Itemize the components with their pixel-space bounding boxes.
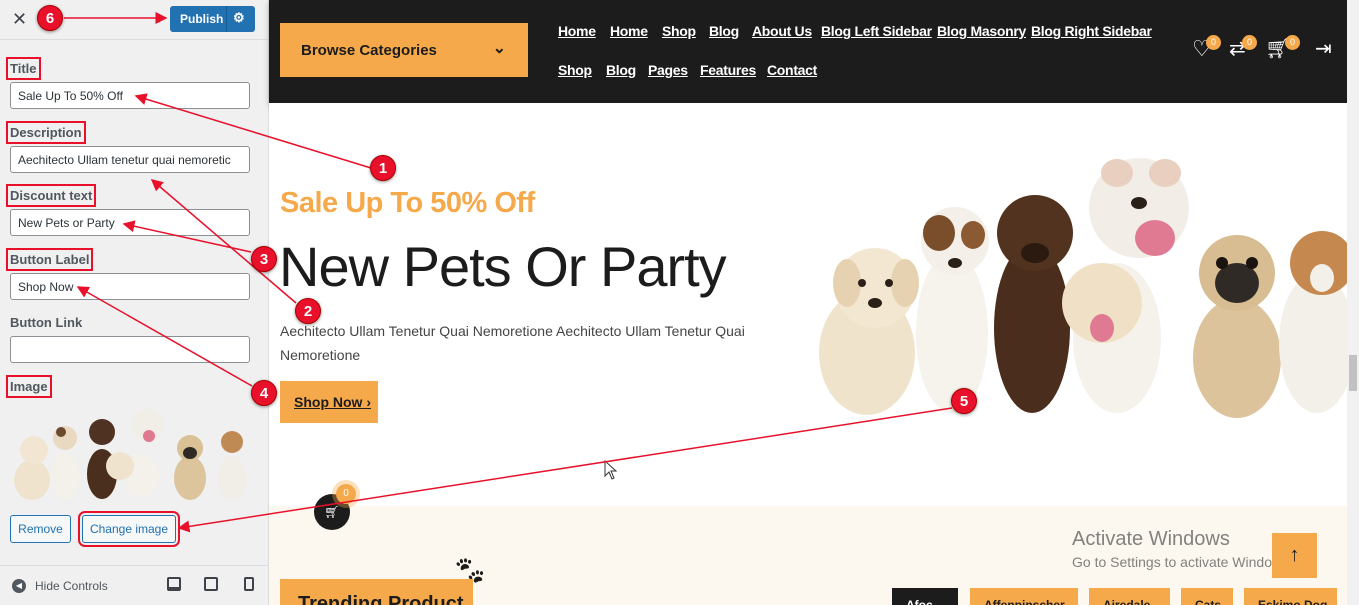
nav-blog[interactable]: Blog <box>709 23 739 39</box>
browse-categories-label: Browse Categories <box>301 42 437 59</box>
button-link-field[interactable] <box>10 336 250 363</box>
wishlist-count: 0 <box>1206 35 1221 50</box>
discount-text-field[interactable]: New Pets or Party <box>10 209 250 236</box>
compare-count: 0 <box>1242 35 1257 50</box>
title-field[interactable]: Sale Up To 50% Off <box>10 82 250 109</box>
nav-blog-right-sidebar[interactable]: Blog Right Sidebar <box>1031 23 1152 39</box>
nav-home[interactable]: Home <box>558 23 596 39</box>
watermark-line-2: Go to Settings to activate Windows. <box>1072 554 1293 570</box>
button-label-label: Button Label <box>5 248 94 271</box>
hero-button-label: Shop Now <box>294 394 363 410</box>
nav-about-us[interactable]: About Us <box>752 23 812 39</box>
publish-button[interactable]: Publish ⚙ <box>170 6 255 32</box>
scroll-to-top-button[interactable]: ↑ <box>1272 533 1317 578</box>
tab-afoc[interactable]: Afoc <box>892 588 958 605</box>
discount-text-label: Discount text <box>5 184 97 207</box>
panel-footer: ◀ Hide Controls <box>0 565 268 605</box>
tab-airedale[interactable]: Airedale <box>1089 588 1170 605</box>
annotation-badge-2: 2 <box>295 298 321 324</box>
button-link-label: Button Link <box>10 315 83 330</box>
nav-home-2[interactable]: Home <box>610 23 648 39</box>
trending-section: 🛒︎ 0 🐾︎ Trending Product Afoc Affenpinsc… <box>269 484 1347 605</box>
hero-description: Aechitecto Ullam Tenetur Quai Nemoretion… <box>280 323 745 363</box>
hero-subtitle: Sale Up To 50% Off <box>280 187 535 219</box>
desktop-preview-icon[interactable] <box>167 577 181 591</box>
change-image-button[interactable]: Change image <box>78 511 180 547</box>
hero-title: New Pets Or Party <box>279 235 727 298</box>
nav-contact[interactable]: Contact <box>767 62 817 78</box>
annotation-badge-5: 5 <box>951 388 977 414</box>
watermark-line-1: Activate Windows <box>1072 528 1230 550</box>
tab-eskimo-dog[interactable]: Eskimo Dog <box>1244 588 1337 605</box>
logout-icon[interactable]: ⇥ <box>1315 36 1332 61</box>
annotation-badge-1: 1 <box>370 155 396 181</box>
nav-shop[interactable]: Shop <box>662 23 696 39</box>
browse-categories-button[interactable]: Browse Categories ⌄ <box>280 23 528 77</box>
nav-shop-2[interactable]: Shop <box>558 62 592 78</box>
activate-windows-watermark: Activate Windows Go to Settings to activ… <box>1072 528 1293 570</box>
nav-pages[interactable]: Pages <box>648 62 688 78</box>
annotation-badge-3: 3 <box>251 246 277 272</box>
dogs-thumbnail-image <box>14 409 246 500</box>
site-header: Browse Categories ⌄ Home Home Shop Blog … <box>269 0 1347 103</box>
page-scrollbar[interactable] <box>1347 0 1359 605</box>
title-label: Title <box>6 57 41 80</box>
tab-cats[interactable]: Cats <box>1181 588 1233 605</box>
hero-slider: Sale Up To 50% Off New Pets Or Party Aec… <box>269 103 1347 506</box>
dogs-hero-image <box>819 158 1347 418</box>
close-icon[interactable]: ✕ <box>12 8 27 30</box>
scrollbar-thumb[interactable] <box>1349 355 1357 391</box>
nav-blog-2[interactable]: Blog <box>606 62 636 78</box>
hero-shop-now-button[interactable]: Shop Now › <box>280 381 378 423</box>
hide-controls-button[interactable]: Hide Controls <box>35 579 108 593</box>
tablet-preview-icon[interactable] <box>204 577 218 591</box>
gear-icon[interactable]: ⚙ <box>233 10 245 26</box>
customizer-panel: ✕ Publish ⚙ Title Sale Up To 50% Off Des… <box>0 0 269 605</box>
chevron-down-icon: ⌄ <box>492 40 506 57</box>
publish-divider <box>226 6 227 32</box>
description-label: Description <box>6 121 86 144</box>
button-label-field[interactable]: Shop Now <box>10 273 250 300</box>
annotation-badge-6: 6 <box>37 5 63 31</box>
image-label: Image <box>6 375 52 398</box>
mobile-preview-icon[interactable] <box>244 577 254 591</box>
cart-count: 0 <box>1285 35 1300 50</box>
tab-affenpinscher[interactable]: Affenpinscher <box>970 588 1078 605</box>
mouse-cursor-icon <box>604 460 618 480</box>
trending-title: Trending Product <box>280 579 473 605</box>
nav-features[interactable]: Features <box>700 62 756 78</box>
chevron-right-icon: › <box>366 394 371 410</box>
collapse-arrow-icon[interactable]: ◀ <box>12 579 26 593</box>
floating-cart-button[interactable]: 🛒︎ 0 <box>314 484 356 530</box>
cart-icon: 🛒︎ <box>324 505 340 519</box>
publish-label: Publish <box>180 12 224 26</box>
remove-image-button[interactable]: Remove <box>10 515 71 543</box>
annotation-badge-4: 4 <box>251 380 277 406</box>
nav-blog-masonry[interactable]: Blog Masonry <box>937 23 1026 39</box>
floating-cart-count: 0 <box>336 484 356 504</box>
description-field[interactable]: Aechitecto Ullam tenetur quai nemoretic <box>10 146 250 173</box>
nav-blog-left-sidebar[interactable]: Blog Left Sidebar <box>821 23 932 39</box>
